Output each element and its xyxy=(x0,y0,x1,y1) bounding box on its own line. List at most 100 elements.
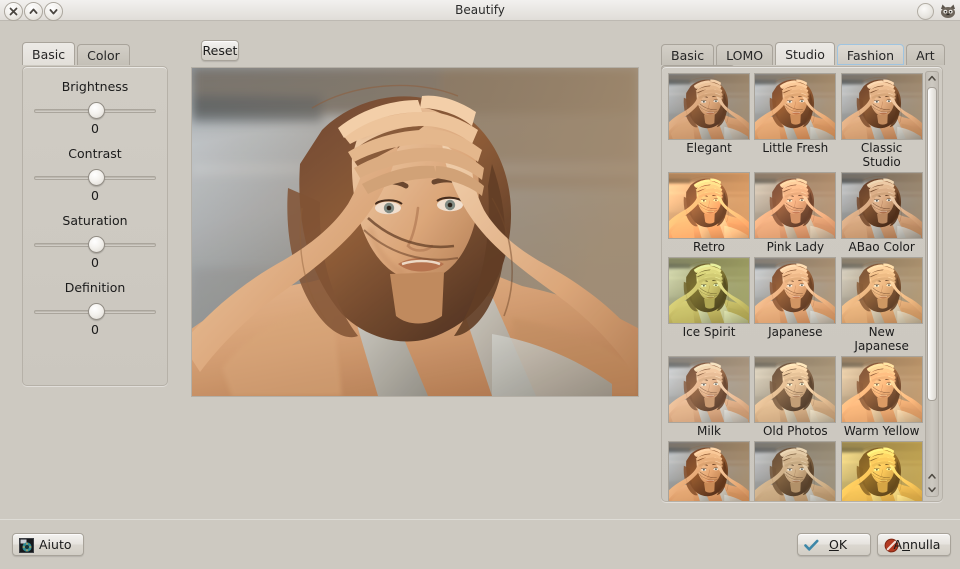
scrollbar-thumb[interactable] xyxy=(927,87,937,401)
preset-thumbnail[interactable] xyxy=(840,257,923,324)
slider-knob[interactable] xyxy=(88,303,105,320)
slider-knob[interactable] xyxy=(88,236,105,253)
tab-basic[interactable]: Basic xyxy=(22,42,76,65)
window-title: Beautify xyxy=(455,3,505,17)
preset-item[interactable]: Cold Blue xyxy=(754,441,837,501)
tab-art[interactable]: Art xyxy=(906,44,945,65)
preset-item[interactable]: New Japanese xyxy=(840,257,923,355)
help-button-label: Aiuto xyxy=(39,537,72,552)
preset-item[interactable]: Milk xyxy=(668,356,750,440)
left-tabstrip: Basic Color xyxy=(22,42,182,67)
unshade-button[interactable] xyxy=(44,2,63,21)
slider-knob[interactable] xyxy=(88,169,105,186)
ok-label-rest: K xyxy=(838,537,848,552)
preview-image-frame[interactable] xyxy=(191,67,639,397)
checkmark-icon xyxy=(804,539,819,551)
preset-thumbnail-image xyxy=(841,258,922,323)
tab-basic[interactable]: Basic xyxy=(661,44,715,65)
tab-label: Art xyxy=(916,48,935,63)
preset-thumbnail-image xyxy=(669,442,749,501)
preset-label: Pink Lady xyxy=(766,240,825,254)
scroll-up-secondary-icon[interactable] xyxy=(926,470,938,483)
preset-item[interactable]: Cold Green xyxy=(840,441,923,501)
cancel-button[interactable]: Annulla xyxy=(877,533,951,556)
preset-tabstrip: BasicLOMOStudioFashionArtGradient xyxy=(661,42,951,86)
preset-item[interactable]: ABao Color xyxy=(840,172,923,256)
scroll-down-icon[interactable] xyxy=(926,483,938,496)
ok-button-label: OK xyxy=(829,537,847,552)
preset-thumbnail[interactable] xyxy=(840,356,923,423)
tab-lomo[interactable]: LOMO xyxy=(716,44,774,65)
adjustment-value: 0 xyxy=(91,255,99,270)
preset-thumbnail[interactable] xyxy=(840,172,923,239)
preset-label: Classic Studio xyxy=(860,141,903,169)
help-button[interactable]: Aiuto xyxy=(12,533,84,556)
preset-thumbnail-image xyxy=(841,357,922,422)
preview-photo xyxy=(192,68,638,396)
tab-label: Fashion xyxy=(846,48,895,63)
preset-label: Ice Spirit xyxy=(682,325,736,339)
reset-button[interactable]: Reset xyxy=(201,40,239,61)
preset-thumbnail[interactable] xyxy=(840,441,923,501)
preset-label: Milk xyxy=(697,424,721,438)
preset-thumbnail[interactable] xyxy=(668,356,750,423)
contrast-slider[interactable] xyxy=(34,169,156,186)
cancel-button-label: Annulla xyxy=(894,537,941,552)
shade-button[interactable] xyxy=(24,2,43,21)
preset-panel: Elegant Little Fresh Classic Studio Retr… xyxy=(661,66,943,502)
ok-button[interactable]: OK xyxy=(797,533,871,556)
preset-thumbnail-image xyxy=(755,258,836,323)
preset-scrollbar[interactable] xyxy=(925,71,939,497)
preset-thumbnail-image xyxy=(841,442,922,501)
slider-knob[interactable] xyxy=(88,102,105,119)
preset-item[interactable]: Elegant xyxy=(668,73,750,171)
preset-thumbnail[interactable] xyxy=(668,257,750,324)
preset-label: Little Fresh xyxy=(762,141,829,155)
tab-label: LOMO xyxy=(726,48,764,63)
scroll-up-icon[interactable] xyxy=(926,72,938,85)
preset-item[interactable]: Ice Spirit xyxy=(668,257,750,355)
preset-thumbnail-image xyxy=(755,74,836,139)
preset-thumbnail-image xyxy=(755,357,836,422)
preset-thumbnail[interactable] xyxy=(668,172,750,239)
cancel-label-pre: A xyxy=(893,537,903,552)
preset-item[interactable]: Japanese xyxy=(754,257,837,355)
preset-grid: Elegant Little Fresh Classic Studio Retr… xyxy=(668,73,923,501)
preset-thumbnail-image xyxy=(669,74,749,139)
adjustment-value: 0 xyxy=(91,188,99,203)
footer-separator xyxy=(0,519,960,520)
close-icon xyxy=(9,7,18,16)
brightness-slider[interactable] xyxy=(34,102,156,119)
preset-item[interactable]: Old Photos xyxy=(754,356,837,440)
preset-thumbnail-image xyxy=(841,173,922,238)
saturation-slider[interactable] xyxy=(34,236,156,253)
preset-thumbnail[interactable] xyxy=(754,257,837,324)
adjustment-value: 0 xyxy=(91,322,99,337)
preset-thumbnail[interactable] xyxy=(668,73,750,140)
preset-item[interactable]: Classic Studio xyxy=(840,73,923,171)
preset-thumbnail[interactable] xyxy=(754,172,837,239)
tab-fashion[interactable]: Fashion xyxy=(836,44,905,65)
preset-item[interactable]: Blues xyxy=(668,441,750,501)
cancel-label-rest: nulla xyxy=(910,537,941,552)
tab-label: Studio xyxy=(785,47,825,62)
close-button[interactable] xyxy=(4,2,23,21)
preset-item[interactable]: Retro xyxy=(668,172,750,256)
definition-slider[interactable] xyxy=(34,303,156,320)
tab-studio[interactable]: Studio xyxy=(775,42,835,65)
adjustment-label: Brightness xyxy=(61,79,129,94)
preset-thumbnail[interactable] xyxy=(754,441,837,501)
adjustment-label: Contrast xyxy=(68,146,122,161)
preset-item[interactable]: Warm Yellow xyxy=(840,356,923,440)
adjustment-label: Saturation xyxy=(62,213,128,228)
preset-thumbnail[interactable] xyxy=(840,73,923,140)
preset-thumbnail-image xyxy=(755,442,836,501)
titlebar-menu-button[interactable] xyxy=(917,3,934,20)
tab-color[interactable]: Color xyxy=(77,44,130,65)
preset-item[interactable]: Pink Lady xyxy=(754,172,837,256)
preset-thumbnail[interactable] xyxy=(754,73,837,140)
preset-label: Warm Yellow xyxy=(843,424,920,438)
preset-thumbnail[interactable] xyxy=(754,356,837,423)
preset-item[interactable]: Little Fresh xyxy=(754,73,837,171)
preset-thumbnail[interactable] xyxy=(668,441,750,501)
